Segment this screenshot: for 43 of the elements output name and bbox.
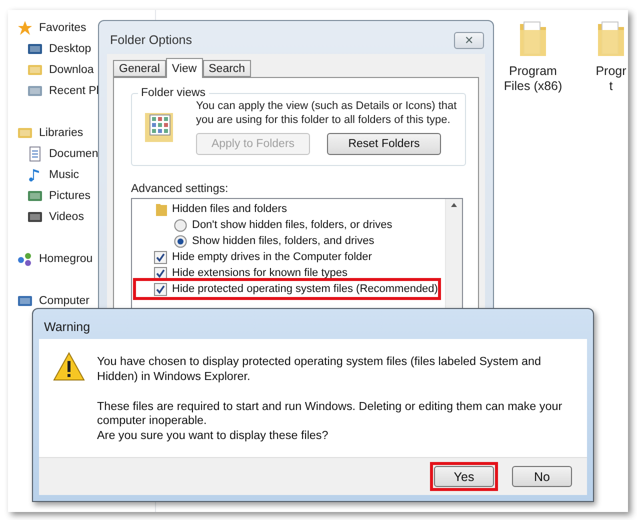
group-title: Folder views bbox=[140, 87, 207, 99]
warning-message: These files are required to start and run Windows. Deleting or editing them can make your computer inoperable. Are you sure you want to display these files? bbox=[97, 400, 562, 444]
dialog-button[interactable]: Yes bbox=[434, 466, 494, 487]
nav-item[interactable]: Computer bbox=[17, 293, 90, 309]
setting-label: Hide empty drives in the Computer folder bbox=[172, 251, 372, 263]
nav-item[interactable]: Downloa bbox=[27, 62, 94, 78]
tab[interactable]: Search bbox=[202, 60, 252, 77]
checkbox[interactable] bbox=[154, 282, 167, 296]
warning-message: You have chosen to display protected operating system files (files labeled System and Hidden) in Windows Explorer. bbox=[97, 355, 542, 385]
network-icon bbox=[17, 251, 33, 267]
nav-item[interactable]: Desktop bbox=[27, 41, 92, 57]
setting-label: Hide protected operating system files (Recommended) bbox=[172, 283, 438, 295]
checkbox[interactable] bbox=[154, 266, 167, 280]
dialog-title: Warning bbox=[43, 319, 92, 336]
folder-label[interactable]: Program Files (x86) bbox=[504, 64, 562, 94]
checkbox[interactable] bbox=[154, 250, 167, 264]
advanced-settings-label: Advanced settings: bbox=[131, 183, 230, 195]
nav-item[interactable]: Homegrou bbox=[17, 251, 93, 267]
folder-button[interactable]: Reset Folders bbox=[327, 133, 441, 155]
setting-label: Hide extensions for known file types bbox=[172, 267, 348, 279]
nav-item[interactable]: Music bbox=[27, 167, 80, 183]
window-title: Folder Options bbox=[110, 33, 192, 47]
folder-label[interactable]: Progr t bbox=[596, 64, 626, 94]
nav-item[interactable]: Recent Pl bbox=[27, 83, 99, 99]
nav-item[interactable]: Favorites bbox=[17, 20, 86, 36]
picture-icon bbox=[27, 188, 43, 204]
folder-views-description: You can apply the view (such as Details or Icons) that you are using for this folder to all folders of this type. bbox=[196, 99, 457, 127]
nav-item[interactable]: Videos bbox=[27, 209, 84, 225]
star-icon bbox=[17, 20, 33, 36]
dialog-button[interactable]: No bbox=[512, 466, 572, 487]
tab[interactable]: View bbox=[166, 58, 203, 78]
tab[interactable]: General bbox=[113, 60, 166, 77]
document-icon bbox=[27, 146, 43, 162]
setting-label: Show hidden files, folders, and drives bbox=[192, 235, 374, 247]
nav-item[interactable]: Libraries bbox=[17, 125, 84, 141]
radio-button[interactable] bbox=[174, 234, 187, 248]
nav-item[interactable]: Pictures bbox=[27, 188, 91, 204]
radio-button[interactable] bbox=[174, 218, 187, 232]
setting-label: Don't show hidden files, folders, or drives bbox=[192, 219, 392, 231]
setting-label: Hidden files and folders bbox=[172, 203, 287, 215]
warning-icon bbox=[53, 352, 85, 381]
nav-item[interactable]: Documen bbox=[27, 146, 98, 162]
close-button[interactable]: ✕ bbox=[454, 32, 484, 48]
